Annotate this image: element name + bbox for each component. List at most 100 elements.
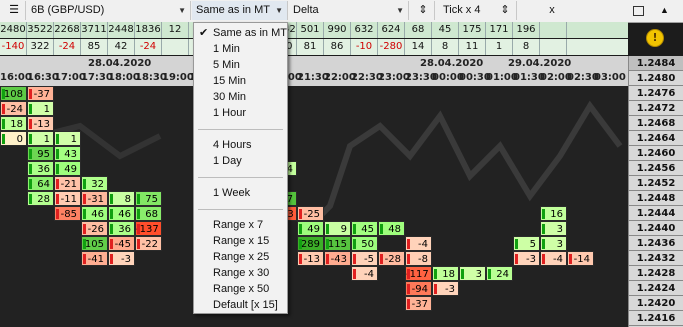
menu-item-30-min[interactable]: 30 Min	[194, 89, 287, 105]
expand-icon[interactable]: ⇕	[412, 1, 435, 20]
summary-cell: 11	[459, 39, 486, 55]
date-label: 28.04.2020	[420, 58, 484, 69]
cell-value: -14	[573, 254, 590, 265]
menu-item-range-x-30[interactable]: Range x 30	[194, 265, 287, 281]
footprint-cell: -4	[540, 251, 567, 266]
delta-bar	[299, 224, 302, 234]
footprint-chart[interactable]: 108 -37 -24 1 18 -13 0 1 1 95 43 36 49 64 -21 32 28 -11 -3…	[0, 86, 628, 327]
cell-value: -11	[60, 194, 77, 205]
delta-bar	[515, 254, 518, 264]
footprint-cell: 8	[108, 191, 135, 206]
delta-bar	[110, 239, 113, 249]
summary-cell: 171	[486, 22, 513, 38]
summary-cell: 3522	[27, 22, 54, 38]
menu-item-1-week[interactable]: 1 Week	[194, 185, 287, 201]
delta-bar	[83, 179, 86, 189]
time-label: 17:00	[54, 72, 86, 83]
menu-item-5-min[interactable]: 5 Min	[194, 57, 287, 73]
mode-select[interactable]: Delta ▼	[289, 1, 409, 20]
cell-value: 18	[442, 269, 455, 280]
cell-value: 64	[37, 179, 50, 190]
menu-item-same-as-in-mt[interactable]: ✔ Same as in MT	[194, 25, 287, 41]
delta-bar	[461, 269, 464, 279]
menu-item-range-x-25[interactable]: Range x 25	[194, 249, 287, 265]
footprint-cell: -5	[351, 251, 378, 266]
close-icon[interactable]: x	[545, 1, 559, 20]
time-label: 22:30	[351, 72, 383, 83]
footprint-cell: -94	[405, 281, 432, 296]
footprint-cell: -11	[54, 191, 81, 206]
cell-value: -24	[6, 104, 23, 115]
cell-value: 3	[556, 239, 563, 250]
delta-bar	[542, 239, 545, 249]
delta-bar	[434, 284, 437, 294]
cell-value: -3	[121, 254, 131, 265]
time-label: 03:00	[594, 72, 626, 83]
delta-bar	[326, 239, 329, 249]
summary-cell: 85	[81, 39, 108, 55]
summary-cell: 196	[513, 22, 540, 38]
date-label: 28.04.2020	[88, 58, 152, 69]
timeframe-select[interactable]: Same as in MT ▼	[192, 1, 288, 20]
delta-bar	[326, 224, 329, 234]
menu-item-15-min[interactable]: 15 Min	[194, 73, 287, 89]
cell-value: 105	[84, 239, 104, 250]
footprint-cell: -137	[135, 221, 162, 236]
summary-cell: 45	[432, 22, 459, 38]
footprint-cell: -4	[405, 236, 432, 251]
cell-value: -5	[364, 254, 374, 265]
maximize-icon[interactable]	[633, 1, 647, 20]
summary-cell: -140	[0, 39, 27, 55]
footprint-cell: 36	[108, 221, 135, 236]
delta-bar	[110, 209, 113, 219]
time-label: 21:30	[297, 72, 329, 83]
delta-bar	[407, 254, 410, 264]
cell-value: 9	[340, 224, 347, 235]
summary-cell: 501	[297, 22, 324, 38]
cell-value: 0	[16, 134, 23, 145]
menu-item-1-day[interactable]: 1 Day	[194, 153, 287, 169]
warning-icon[interactable]: !	[646, 29, 664, 47]
cell-value: 3	[556, 224, 563, 235]
summary-cell: -24	[54, 39, 81, 55]
menu-item-range-x-7[interactable]: Range x 7	[194, 217, 287, 233]
menu-item-4-hours[interactable]: 4 Hours	[194, 137, 287, 153]
delta-bar	[83, 239, 86, 249]
collapse-icon[interactable]: ▲	[660, 1, 674, 20]
menu-item-label: 1 Day	[213, 155, 242, 167]
time-label: 23:30	[405, 72, 437, 83]
cell-value: -37	[411, 299, 428, 310]
time-label: 16:30	[27, 72, 59, 83]
time-label: 02:30	[567, 72, 599, 83]
instrument-select[interactable]: 6B (GBP/USD) ▼	[27, 1, 191, 20]
cell-value: -13	[303, 254, 320, 265]
cell-value: -4	[364, 269, 374, 280]
price-label: 1.2436	[629, 236, 683, 251]
menu-item-range-x-50[interactable]: Range x 50	[194, 281, 287, 297]
menu-item-1-min[interactable]: 1 Min	[194, 41, 287, 57]
compress-icon[interactable]: ⇕	[494, 1, 517, 20]
delta-bar	[542, 254, 545, 264]
cell-value: 49	[64, 164, 77, 175]
delta-bar	[299, 254, 302, 264]
delta-bar	[407, 269, 410, 279]
cell-value: 1	[70, 134, 77, 145]
menu-item-default-x-15[interactable]: Default [x 15]	[194, 297, 287, 313]
footprint-cell: 64	[27, 176, 54, 191]
cell-value: -41	[87, 254, 104, 265]
menu-item-range-x-15[interactable]: Range x 15	[194, 233, 287, 249]
cell-value: -85	[60, 209, 77, 220]
menu-item-1-hour[interactable]: 1 Hour	[194, 105, 287, 121]
cell-value: 45	[361, 224, 374, 235]
footprint-cell: 46	[108, 206, 135, 221]
cell-value: -31	[87, 194, 104, 205]
summary-cell	[540, 39, 567, 55]
menu-item-label: Range x 50	[213, 283, 270, 295]
delta-bar	[83, 209, 86, 219]
settings-icon[interactable]: ☰	[3, 1, 26, 20]
footprint-cell: -41	[81, 251, 108, 266]
menu-item-label: 4 Hours	[213, 139, 252, 151]
cell-value: 49	[307, 224, 320, 235]
footprint-cell: 1	[27, 101, 54, 116]
summary-table: 24803522226837112448183612 114514 42 501990…	[0, 22, 683, 56]
